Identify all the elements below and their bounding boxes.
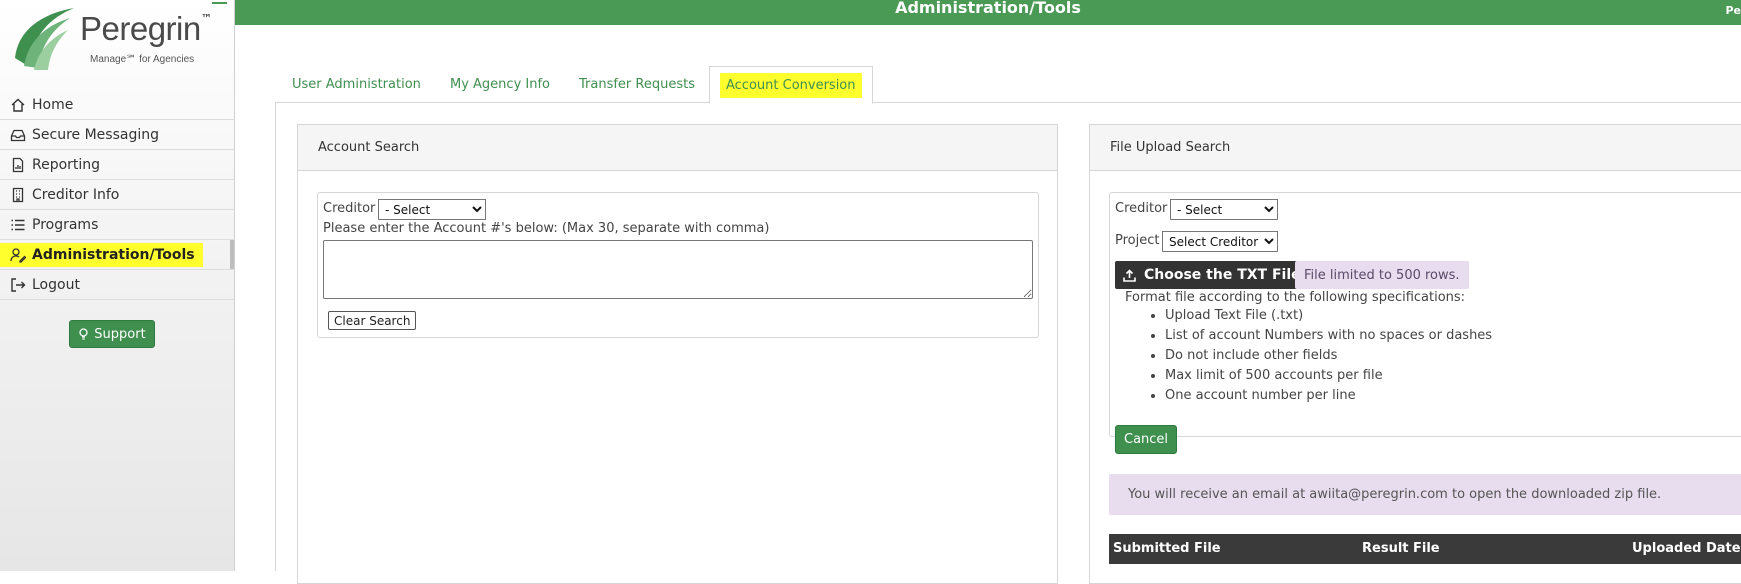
lightbulb-icon [79,327,88,340]
spec-item: Do not include other fields [1165,346,1492,366]
sidebar-item-label: Creditor Info [32,186,120,203]
user-edit-icon [10,247,26,263]
file-limit-note: File limited to 500 rows. [1295,261,1469,289]
sidebar-collapse-handle[interactable] [212,2,227,4]
creditor-label: Creditor [323,201,376,216]
clear-search-button[interactable]: Clear Search [328,311,417,330]
creditor-select[interactable]: - Select [378,199,486,220]
choose-label: Choose the TXT File [1144,267,1301,283]
sidebar-item-reporting[interactable]: Reporting [0,150,235,180]
sidebar-item-label: Home [32,96,74,113]
home-icon [11,98,25,112]
project-select[interactable]: Select Creditor [1162,231,1278,252]
support-label: Support [94,326,146,342]
brand-name: Peregrin [80,10,201,47]
sidebar-item-home[interactable]: Home [0,90,235,120]
tab-content: Account Search Creditor - Select Please … [275,103,1741,584]
sidebar-item-logout[interactable]: Logout [0,270,235,300]
logo-swoosh-icon [15,8,74,70]
building-icon [12,187,24,202]
column-label: Uploaded Date [1632,541,1741,556]
account-search-form: Creditor - Select Please enter the Accou… [317,192,1039,338]
email-notice: You will receive an email at awiita@pere… [1109,474,1741,515]
list-icon [11,219,25,230]
account-search-panel: Account Search Creditor - Select Please … [297,124,1058,584]
account-instructions: Please enter the Account #'s below: (Max… [323,221,770,236]
project-label: Project [1115,233,1160,248]
sidebar-item-label: Logout [32,276,80,293]
logout-icon [11,277,26,292]
cancel-button[interactable]: Cancel [1115,425,1178,454]
inbox-icon [10,129,26,141]
choose-txt-file-button[interactable]: Choose the TXT File [1115,261,1309,289]
tab-my-agency-info[interactable]: My Agency Info [450,66,550,103]
tab-bar: User Administration My Agency Info Trans… [275,66,1741,104]
creditor-label: Creditor [1115,201,1168,216]
format-specs-list: Upload Text File (.txt) List of account … [1165,306,1492,406]
sidebar-item-programs[interactable]: Programs [0,210,235,240]
sidebar-item-administration-tools[interactable]: Administration/Tools [0,240,235,270]
file-upload-panel: File Upload Search Creditor - Select Pro… [1089,124,1741,584]
upload-icon [1123,268,1136,282]
spec-item: Max limit of 500 accounts per file [1165,366,1492,386]
tab-transfer-requests[interactable]: Transfer Requests [579,66,695,103]
sidebar-item-secure-messaging[interactable]: Secure Messaging [0,120,235,150]
spec-item: One account number per line [1165,386,1492,406]
header-bar: Administration/Tools Pe [235,0,1741,25]
format-intro: Format file according to the following s… [1125,290,1466,305]
account-numbers-input[interactable] [323,240,1033,299]
sidebar-item-label: Administration/Tools [32,246,195,263]
upload-creditor-select[interactable]: - Select [1170,199,1278,220]
sidebar-nav: Home Secure Messaging Reporting Creditor… [0,90,235,300]
active-highlight: Administration/Tools [0,242,203,267]
tab-user-administration[interactable]: User Administration [292,66,421,103]
tab-account-conversion[interactable]: Account Conversion [709,66,873,104]
panel-title: Account Search [298,125,1057,171]
file-upload-form: Creditor - Select Project Select Credito… [1109,192,1741,454]
column-result-file[interactable]: Result File [1362,541,1440,556]
sidebar-item-label: Secure Messaging [32,126,159,143]
column-uploaded-date[interactable]: Uploaded Date ▾ [1632,541,1741,556]
column-submitted-file[interactable]: Submitted File [1113,541,1221,556]
header-user[interactable]: Pe [1725,4,1741,17]
report-icon [12,157,24,172]
support-button[interactable]: Support [69,320,155,348]
panel-title: File Upload Search [1090,125,1741,171]
spec-item: List of account Numbers with no spaces o… [1165,326,1492,346]
uploads-table-header: Submitted File Result File Uploaded Date… [1109,534,1741,564]
sidebar-item-label: Programs [32,216,99,233]
page-title: Administration/Tools [895,0,1081,17]
brand-subtitle: Manage℠ for Agencies [90,54,195,65]
spec-item: Upload Text File (.txt) [1165,306,1492,326]
brand-tm: ™ [201,12,212,25]
sidebar-item-label: Reporting [32,156,101,173]
sidebar-item-creditor-info[interactable]: Creditor Info [0,180,235,210]
peregrin-logo[interactable]: Peregrin ™ Manage℠ for Agencies [10,6,225,72]
sidebar: Peregrin ™ Manage℠ for Agencies Home Sec… [0,0,235,571]
tab-label: Account Conversion [720,72,862,98]
